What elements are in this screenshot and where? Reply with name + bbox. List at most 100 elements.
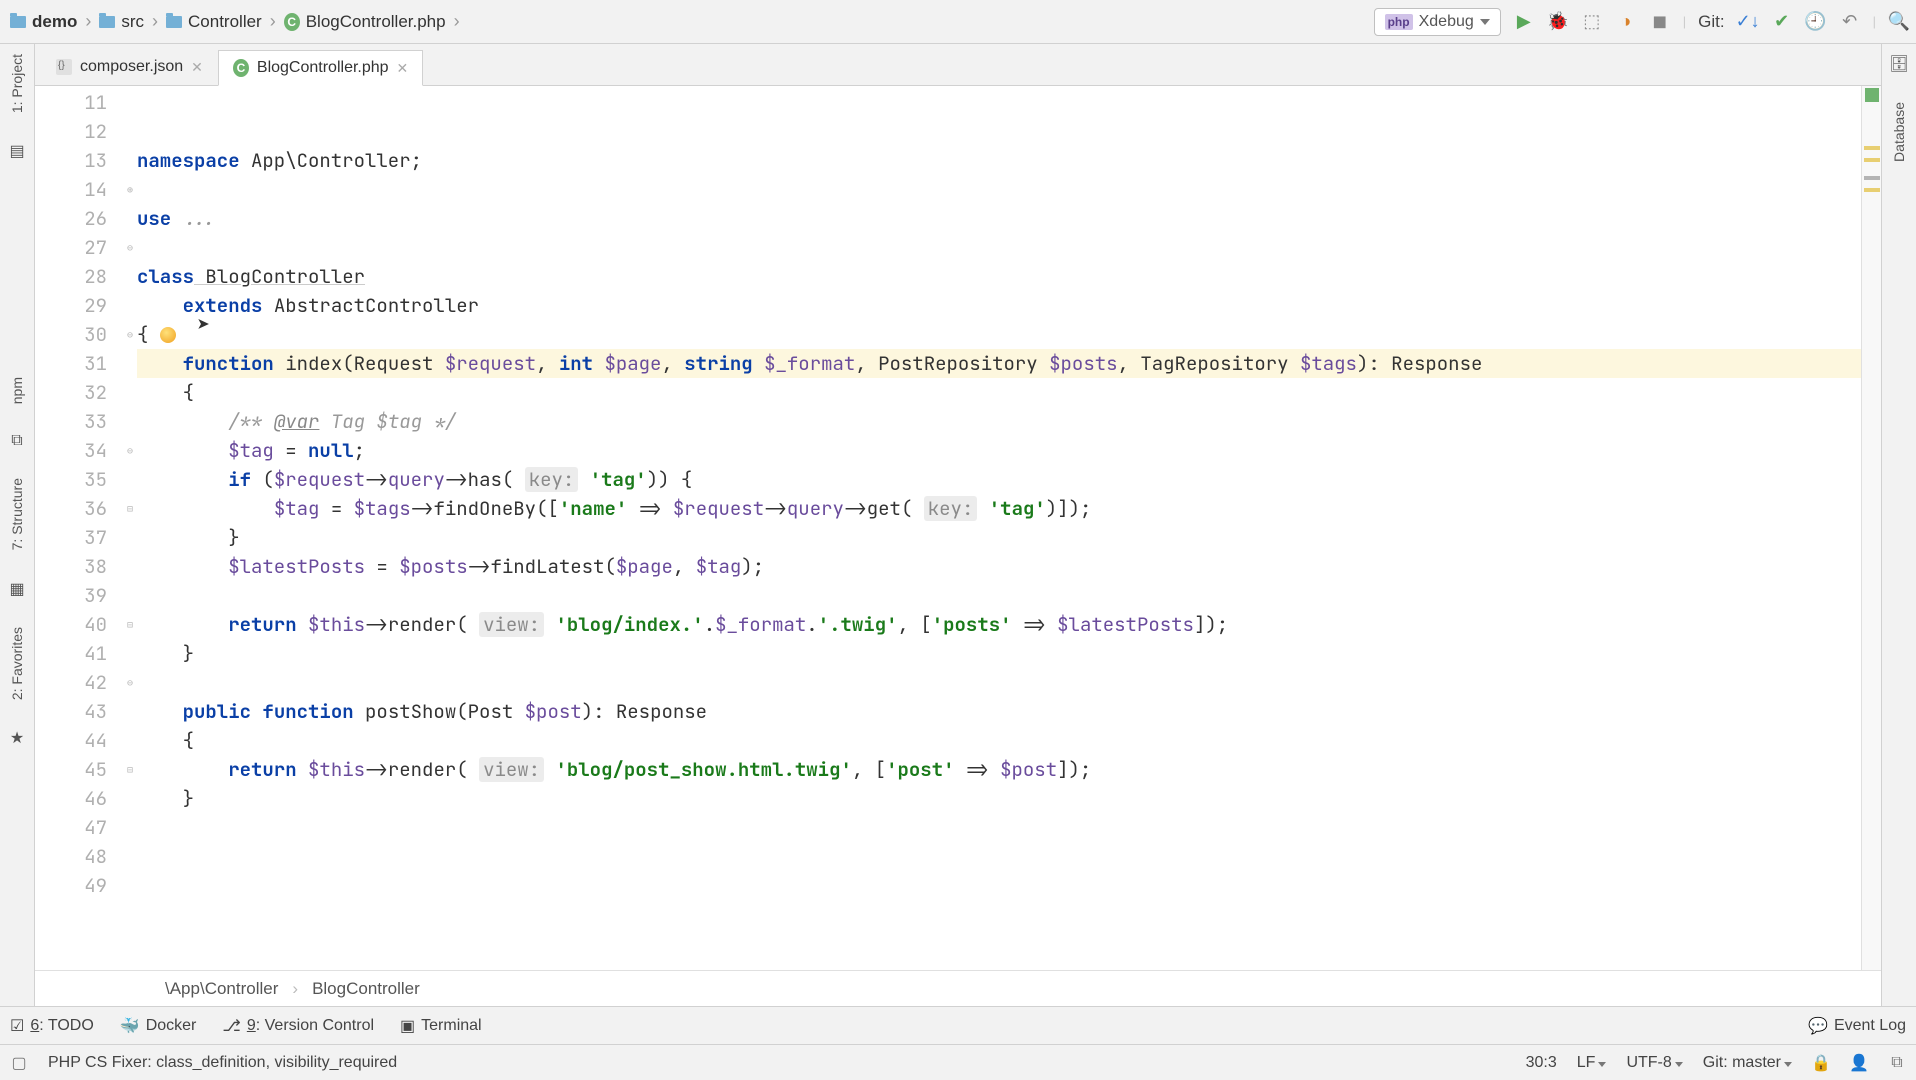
line-number: 30 <box>35 320 107 349</box>
tool-tab-terminal[interactable]: ▣ Terminal <box>400 1016 482 1036</box>
git-branch-select[interactable]: Git: master <box>1703 1054 1792 1072</box>
tool-tab-vcs[interactable]: ⎇ 9: Version Control <box>222 1016 374 1036</box>
tool-tab-docker[interactable]: 🐳 Docker <box>120 1016 197 1036</box>
tab-composer-json[interactable]: composer.json ✕ <box>41 49 218 85</box>
line-number: 44 <box>35 726 107 755</box>
fold-icon[interactable]: ⊟ <box>123 610 137 639</box>
event-log-icon: 💬 <box>1808 1016 1828 1036</box>
vcs-icon: ⎇ <box>222 1016 240 1036</box>
breadcrumb-item-src[interactable]: src <box>95 10 148 34</box>
favorites-icon[interactable]: ★ <box>10 728 24 748</box>
fold-column[interactable]: ⊕ ⊖ ⊖ ⊖ ⊟ ⊟ ⊖ ⊟ <box>123 86 137 970</box>
tool-tab-label: : Version Control <box>256 1017 374 1034</box>
tab-blogcontroller[interactable]: C BlogController.php ✕ <box>218 50 423 86</box>
coverage-icon[interactable]: ⬚ <box>1581 11 1603 33</box>
debug-icon[interactable]: 🐞 <box>1547 11 1569 33</box>
terminal-icon: ▣ <box>400 1016 415 1036</box>
line-number: 34 <box>35 436 107 465</box>
history-icon[interactable]: 🕘 <box>1805 11 1827 33</box>
line-number: 33 <box>35 407 107 436</box>
caret-position[interactable]: 30:3 <box>1526 1054 1557 1072</box>
fold-icon[interactable]: ⊟ <box>123 755 137 784</box>
stop-icon[interactable]: ◼ <box>1649 11 1671 33</box>
line-number: 28 <box>35 262 107 291</box>
rail-item-project[interactable]: 1: Project <box>9 54 25 113</box>
memory-icon[interactable]: ⧉ <box>1888 1054 1906 1072</box>
line-number: 38 <box>35 552 107 581</box>
fold-icon[interactable]: ⊖ <box>123 436 137 465</box>
line-number: 49 <box>35 871 107 900</box>
rail-item-npm[interactable]: 7: Structure <box>9 478 25 550</box>
line-number: 32 <box>35 378 107 407</box>
chevron-right-icon: › <box>85 11 91 32</box>
breadcrumb-label: src <box>121 12 144 32</box>
database-icon[interactable]: 🗄 <box>1889 54 1909 74</box>
chevron-down-icon <box>1675 1062 1683 1067</box>
tool-window-toggle-icon[interactable]: ▢ <box>10 1054 28 1072</box>
gutter[interactable]: 11 12 13 14 26 27 28 29 30 31 32 33 34 3… <box>35 86 123 970</box>
search-icon[interactable]: 🔍 <box>1888 11 1910 33</box>
run-config-label: Xdebug <box>1419 13 1474 31</box>
folder-icon <box>99 14 115 30</box>
git-commit-icon[interactable]: ✔ <box>1771 11 1793 33</box>
tool-tab-label: : TODO <box>39 1017 94 1034</box>
intention-bulb-icon[interactable] <box>160 327 176 343</box>
tool-tab-label: Docker <box>146 1017 197 1035</box>
line-number: 35 <box>35 465 107 494</box>
structure-icon[interactable]: ⧉ <box>11 432 22 450</box>
topbar: demo › src › Controller › C BlogControll… <box>0 0 1916 44</box>
code-area[interactable]: namespace App\Controller; use ... class … <box>137 86 1861 970</box>
breadcrumb-item-file[interactable]: C BlogController.php <box>280 10 450 34</box>
error-stripe[interactable] <box>1861 86 1881 970</box>
fold-icon[interactable]: ⊕ <box>123 175 137 204</box>
rail-item-database[interactable]: Database <box>1891 102 1907 162</box>
center-pane: composer.json ✕ C BlogController.php ✕ 1… <box>35 44 1881 1006</box>
breadcrumb-item-demo[interactable]: demo <box>6 10 81 34</box>
tool-tab-todo[interactable]: ☑ 6: TODO <box>10 1016 94 1036</box>
profile-icon[interactable]: ◑ <box>1615 11 1637 33</box>
revert-icon[interactable]: ↶ <box>1839 11 1861 33</box>
npm-icon[interactable]: ▦ <box>9 579 24 599</box>
line-separator[interactable]: LF <box>1577 1054 1607 1072</box>
fold-icon[interactable]: ⊟ <box>123 494 137 523</box>
fold-icon[interactable]: ⊖ <box>123 233 137 262</box>
chevron-down-icon <box>1598 1062 1606 1067</box>
topbar-tools: php Xdebug ▶ 🐞 ⬚ ◑ ◼ | Git: ✓↓ ✔ 🕘 ↶ | 🔍 <box>1374 8 1910 36</box>
breadcrumb-item-controller[interactable]: Controller <box>162 10 266 34</box>
code-editor[interactable]: 11 12 13 14 26 27 28 29 30 31 32 33 34 3… <box>35 86 1881 970</box>
folder-icon <box>10 14 26 30</box>
rail-item-structure[interactable]: npm <box>9 377 25 404</box>
fold-icon[interactable]: ⊖ <box>123 668 137 697</box>
git-label: Git: <box>1698 12 1724 32</box>
chevron-down-icon <box>1480 19 1490 25</box>
rail-item-favorites[interactable]: 2: Favorites <box>9 627 25 700</box>
folder-icon <box>166 14 182 30</box>
line-number: 31 <box>35 349 107 378</box>
line-number: 42 <box>35 668 107 697</box>
line-number: 14 <box>35 175 107 204</box>
line-number: 37 <box>35 523 107 552</box>
fold-icon[interactable]: ⊖ <box>123 320 137 349</box>
close-icon[interactable]: ✕ <box>191 59 203 76</box>
project-icon[interactable]: ▤ <box>9 141 24 161</box>
left-tool-rail: 1: Project ▤ npm ⧉ 7: Structure ▦ 2: Fav… <box>0 44 35 1006</box>
statusbar: ▢ PHP CS Fixer: class_definition, visibi… <box>0 1044 1916 1080</box>
run-config-select[interactable]: php Xdebug <box>1374 8 1501 36</box>
inspections-icon[interactable]: 👤 <box>1850 1054 1868 1072</box>
tool-tab-event-log[interactable]: 💬 Event Log <box>1808 1016 1906 1036</box>
editor-tabs: composer.json ✕ C BlogController.php ✕ <box>35 44 1881 86</box>
line-number: 29 <box>35 291 107 320</box>
git-update-icon[interactable]: ✓↓ <box>1737 11 1759 33</box>
run-icon[interactable]: ▶ <box>1513 11 1535 33</box>
line-number: 26 <box>35 204 107 233</box>
todo-icon: ☑ <box>10 1016 24 1036</box>
right-tool-rail: 🗄 Database <box>1881 44 1916 1006</box>
line-number: 12 <box>35 117 107 146</box>
main: 1: Project ▤ npm ⧉ 7: Structure ▦ 2: Fav… <box>0 44 1916 1006</box>
close-icon[interactable]: ✕ <box>397 60 409 77</box>
tab-label: BlogController.php <box>257 59 389 77</box>
line-number: 13 <box>35 146 107 175</box>
lock-icon[interactable]: 🔒 <box>1812 1054 1830 1072</box>
encoding-select[interactable]: UTF-8 <box>1626 1054 1682 1072</box>
chevron-right-icon: › <box>270 11 276 32</box>
